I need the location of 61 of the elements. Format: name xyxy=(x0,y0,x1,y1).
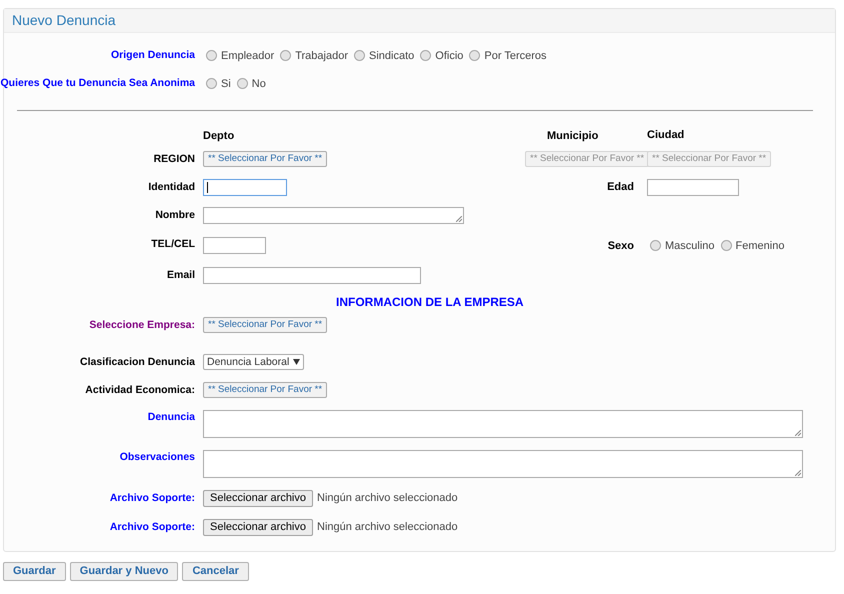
field-label: Denuncia xyxy=(148,411,195,424)
field-label: Actividad Economica: xyxy=(85,384,195,396)
column-header: Ciudad xyxy=(647,128,684,143)
option-label: Trabajador xyxy=(295,48,348,64)
field-label: Edad xyxy=(607,180,634,193)
radio-button[interactable] xyxy=(280,50,292,60)
field-label: Clasificacion Denuncia xyxy=(80,356,195,368)
field-label: REGION xyxy=(154,152,195,166)
input-field[interactable] xyxy=(203,236,266,254)
radio-button[interactable] xyxy=(354,50,365,60)
section-title: INFORMACION DE LA EMPRESA xyxy=(336,294,524,311)
caret-icon xyxy=(293,359,300,365)
field-label: Observaciones xyxy=(120,451,195,464)
column-header: Municipio xyxy=(547,130,598,142)
option-label: Por Terceros xyxy=(484,48,547,64)
field-label: Sexo xyxy=(608,240,634,252)
radio-button[interactable] xyxy=(206,50,217,60)
field-label: Identidad xyxy=(148,180,195,194)
option-label: Femenino xyxy=(736,238,784,254)
action-button[interactable]: Guardar xyxy=(3,562,66,581)
field-label: Seleccione Empresa: xyxy=(89,318,195,332)
panel-title: Nuevo Denuncia xyxy=(12,11,116,30)
file-button[interactable]: Seleccionar archivo xyxy=(203,490,313,507)
resize-grip-icon[interactable] xyxy=(795,470,801,476)
input-field[interactable] xyxy=(647,178,739,196)
action-button[interactable]: Guardar y Nuevo xyxy=(70,562,178,581)
select-button[interactable]: ** Seleccionar Por Favor ** xyxy=(203,382,328,398)
option-label: No xyxy=(252,76,266,92)
text-area[interactable] xyxy=(203,410,803,438)
input-field[interactable] xyxy=(203,266,421,284)
option-label: Si xyxy=(221,76,231,92)
radio-button[interactable] xyxy=(420,50,432,60)
option-label: Empleador xyxy=(221,48,274,64)
action-button[interactable]: Cancelar xyxy=(182,562,249,581)
file-button[interactable]: Seleccionar archivo xyxy=(203,519,313,536)
radio-button[interactable] xyxy=(650,240,661,250)
field-label: TEL/CEL xyxy=(151,238,195,251)
field-label: Archivo Soporte: xyxy=(110,492,195,505)
field-label: Origen Denuncia xyxy=(110,48,195,62)
resize-grip-icon[interactable] xyxy=(795,430,801,436)
select-button[interactable]: ** Seleccionar Por Favor ** xyxy=(203,317,328,333)
radio-button[interactable] xyxy=(236,78,248,88)
field-label: Email xyxy=(166,268,195,282)
field-label: Archivo Soporte: xyxy=(110,521,195,534)
text-area[interactable] xyxy=(203,450,803,478)
file-status: Ningún archivo seleccionado xyxy=(317,491,458,506)
field-label: Quieres Que tu Denuncia Sea Anonima xyxy=(0,76,195,90)
text-area[interactable] xyxy=(203,207,464,224)
dropdown[interactable]: Denuncia Laboral xyxy=(203,354,304,370)
radio-button[interactable] xyxy=(206,78,217,88)
resize-grip-icon[interactable] xyxy=(456,216,462,222)
radio-button[interactable] xyxy=(720,240,732,250)
input-field[interactable] xyxy=(203,178,287,196)
option-label: Oficio xyxy=(435,48,464,64)
column-header: Depto xyxy=(203,130,234,142)
radio-button[interactable] xyxy=(469,50,480,60)
select-button[interactable]: ** Seleccionar Por Favor ** xyxy=(203,151,328,167)
option-label: Sindicato xyxy=(369,48,414,64)
file-status: Ningún archivo seleccionado xyxy=(317,520,458,536)
field-label: Nombre xyxy=(155,209,195,222)
option-label: Masculino xyxy=(665,238,715,254)
